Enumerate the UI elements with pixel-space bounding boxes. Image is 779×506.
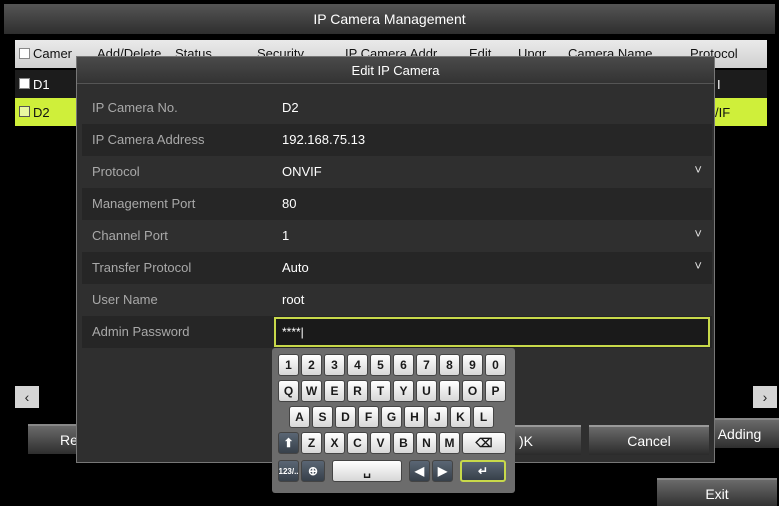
ip-camera-no-value: D2	[282, 100, 299, 115]
header-camera: Camer	[33, 46, 73, 61]
key-6[interactable]: 6	[393, 354, 414, 376]
cursor-left-key[interactable]: ◀	[409, 460, 430, 482]
key-p[interactable]: P	[485, 380, 506, 402]
key-b[interactable]: B	[393, 432, 414, 454]
field-label: Admin Password	[92, 324, 190, 339]
key-z[interactable]: Z	[301, 432, 322, 454]
key-x[interactable]: X	[324, 432, 345, 454]
admin-password-input[interactable]: ****|	[274, 317, 710, 347]
row-protocol: I	[717, 77, 721, 92]
user-name-input[interactable]: root	[282, 292, 304, 307]
management-port-input[interactable]: 80	[282, 196, 296, 211]
key-h[interactable]: H	[404, 406, 425, 428]
row-checkbox[interactable]	[19, 78, 30, 89]
scroll-right-button[interactable]: ›	[753, 386, 777, 408]
field-label: Transfer Protocol	[92, 260, 192, 275]
dialog-title: Edit IP Camera	[77, 57, 714, 84]
channel-port-select[interactable]: 1	[282, 228, 289, 243]
shift-key[interactable]: ⬆	[278, 432, 299, 454]
row-camera-no: D2	[33, 105, 50, 120]
key-r[interactable]: R	[347, 380, 368, 402]
scroll-left-button[interactable]: ‹	[15, 386, 39, 408]
key-d[interactable]: D	[335, 406, 356, 428]
field-label: Channel Port	[92, 228, 168, 243]
globe-icon[interactable]: ⊕	[301, 460, 325, 482]
key-a[interactable]: A	[289, 406, 310, 428]
field-ip-camera-no: IP Camera No. D2	[82, 92, 712, 124]
key-t[interactable]: T	[370, 380, 391, 402]
key-l[interactable]: L	[473, 406, 494, 428]
key-o[interactable]: O	[462, 380, 483, 402]
space-key[interactable]: ␣	[332, 460, 402, 482]
chevron-down-icon[interactable]: ˅	[694, 162, 702, 177]
key-q[interactable]: Q	[278, 380, 299, 402]
field-admin-password[interactable]: Admin Password ****|	[82, 316, 712, 348]
field-label: IP Camera Address	[92, 132, 205, 147]
key-2[interactable]: 2	[301, 354, 322, 376]
key-y[interactable]: Y	[393, 380, 414, 402]
key-v[interactable]: V	[370, 432, 391, 454]
field-transfer-protocol[interactable]: Transfer Protocol Auto ˅	[82, 252, 712, 284]
key-i[interactable]: I	[439, 380, 460, 402]
ip-camera-address-input[interactable]: 192.168.75.13	[282, 132, 365, 147]
field-user-name[interactable]: User Name root	[82, 284, 712, 316]
key-g[interactable]: G	[381, 406, 402, 428]
row-checkbox[interactable]	[19, 106, 30, 117]
field-label: Protocol	[92, 164, 140, 179]
field-protocol[interactable]: Protocol ONVIF ˅	[82, 156, 712, 188]
field-management-port[interactable]: Management Port 80	[82, 188, 712, 220]
key-c[interactable]: C	[347, 432, 368, 454]
key-j[interactable]: J	[427, 406, 448, 428]
key-u[interactable]: U	[416, 380, 437, 402]
key-5[interactable]: 5	[370, 354, 391, 376]
backspace-key[interactable]: ⌫	[462, 432, 506, 454]
field-ip-camera-address[interactable]: IP Camera Address 192.168.75.13	[82, 124, 712, 156]
field-label: User Name	[92, 292, 158, 307]
on-screen-keyboard: 1 2 3 4 5 6 7 8 9 0 Q W E R T Y U I O P …	[272, 348, 515, 493]
enter-key[interactable]: ↵	[460, 460, 506, 482]
key-e[interactable]: E	[324, 380, 345, 402]
number-mode-key[interactable]: 123/..	[278, 460, 299, 482]
row-protocol: /IF	[715, 105, 731, 120]
key-f[interactable]: F	[358, 406, 379, 428]
field-label: Management Port	[92, 196, 196, 211]
password-masked-value: ****|	[282, 325, 304, 339]
cancel-button[interactable]: Cancel	[589, 425, 709, 455]
ip-camera-management-window: IP Camera Management Camer Add/Delete St…	[0, 0, 779, 506]
key-s[interactable]: S	[312, 406, 333, 428]
chevron-down-icon[interactable]: ˅	[694, 258, 702, 273]
transfer-protocol-select[interactable]: Auto	[282, 260, 309, 275]
key-4[interactable]: 4	[347, 354, 368, 376]
row-camera-no: D1	[33, 77, 50, 92]
key-3[interactable]: 3	[324, 354, 345, 376]
key-n[interactable]: N	[416, 432, 437, 454]
key-8[interactable]: 8	[439, 354, 460, 376]
cursor-right-key[interactable]: ▶	[432, 460, 453, 482]
key-w[interactable]: W	[301, 380, 322, 402]
exit-button[interactable]: Exit	[657, 478, 777, 506]
field-label: IP Camera No.	[92, 100, 178, 115]
key-0[interactable]: 0	[485, 354, 506, 376]
window-title: IP Camera Management	[4, 4, 775, 34]
key-1[interactable]: 1	[278, 354, 299, 376]
chevron-down-icon[interactable]: ˅	[694, 226, 702, 241]
key-m[interactable]: M	[439, 432, 460, 454]
field-channel-port[interactable]: Channel Port 1 ˅	[82, 220, 712, 252]
header-select-all-checkbox[interactable]	[19, 46, 32, 61]
key-9[interactable]: 9	[462, 354, 483, 376]
key-7[interactable]: 7	[416, 354, 437, 376]
key-k[interactable]: K	[450, 406, 471, 428]
protocol-select[interactable]: ONVIF	[282, 164, 322, 179]
